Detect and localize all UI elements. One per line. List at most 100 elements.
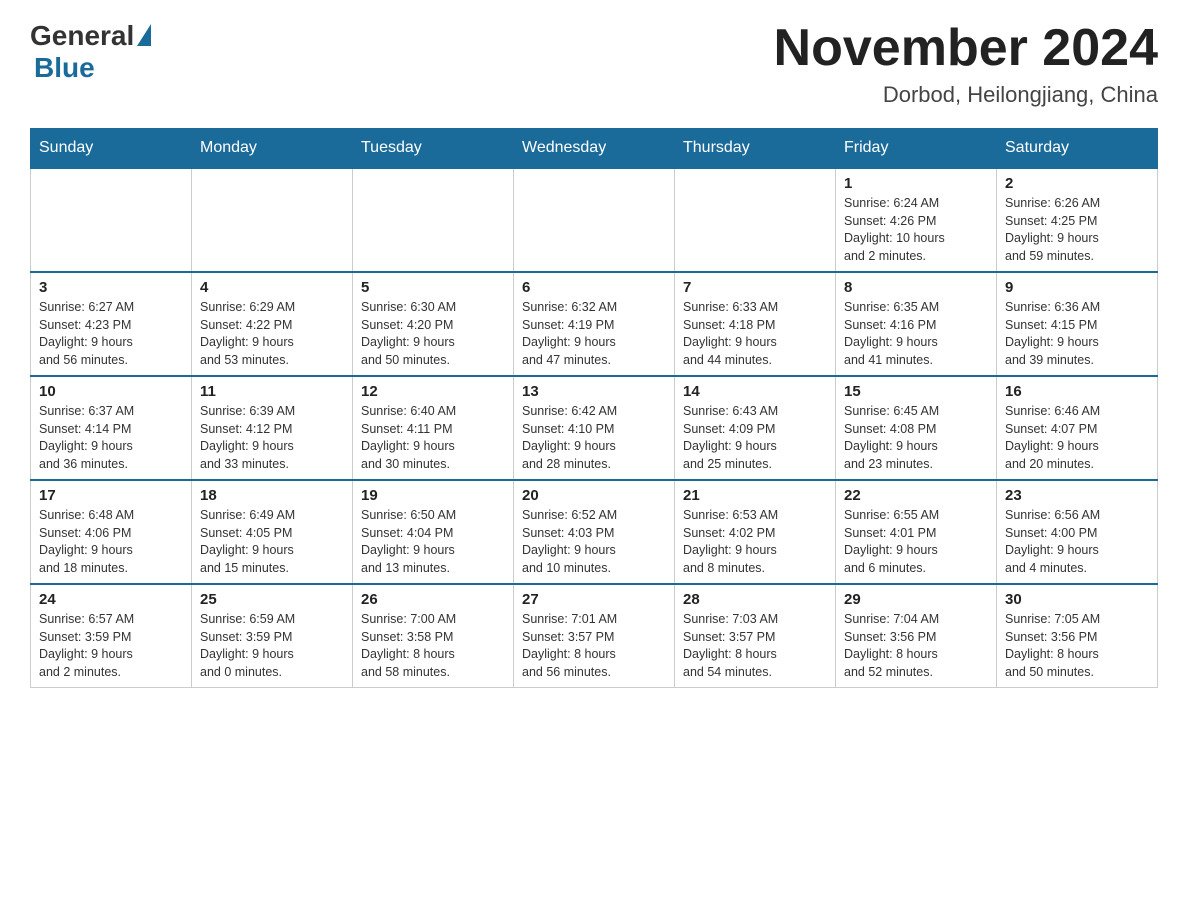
logo-general-text: General — [30, 20, 134, 52]
day-info: Sunrise: 6:55 AMSunset: 4:01 PMDaylight:… — [844, 507, 988, 577]
day-info: Sunrise: 6:59 AMSunset: 3:59 PMDaylight:… — [200, 611, 344, 681]
day-number: 3 — [39, 279, 183, 296]
calendar-cell: 7 Sunrise: 6:33 AMSunset: 4:18 PMDaylight… — [675, 272, 836, 376]
calendar-cell — [514, 168, 675, 272]
day-number: 4 — [200, 279, 344, 296]
day-info: Sunrise: 6:42 AMSunset: 4:10 PMDaylight:… — [522, 403, 666, 473]
day-info: Sunrise: 6:39 AMSunset: 4:12 PMDaylight:… — [200, 403, 344, 473]
calendar-cell: 17 Sunrise: 6:48 AMSunset: 4:06 PMDayligh… — [31, 480, 192, 584]
calendar-week-row: 10 Sunrise: 6:37 AMSunset: 4:14 PMDayligh… — [31, 376, 1158, 480]
calendar-cell: 14Sunrise: 6:43 AMSunset: 4:09 PMDayligh… — [675, 376, 836, 480]
calendar-cell: 13 Sunrise: 6:42 AMSunset: 4:10 PMDayligh… — [514, 376, 675, 480]
calendar-cell — [31, 168, 192, 272]
day-info: Sunrise: 7:05 AMSunset: 3:56 PMDaylight:… — [1005, 611, 1149, 681]
weekday-header-monday: Monday — [192, 129, 353, 169]
calendar-cell: 3 Sunrise: 6:27 AMSunset: 4:23 PMDaylight… — [31, 272, 192, 376]
weekday-header-tuesday: Tuesday — [353, 129, 514, 169]
calendar-cell: 30 Sunrise: 7:05 AMSunset: 3:56 PMDayligh… — [997, 584, 1158, 688]
day-info: Sunrise: 6:53 AMSunset: 4:02 PMDaylight:… — [683, 507, 827, 577]
day-info: Sunrise: 6:45 AMSunset: 4:08 PMDaylight:… — [844, 403, 988, 473]
day-info: Sunrise: 6:40 AMSunset: 4:11 PMDaylight:… — [361, 403, 505, 473]
day-info: Sunrise: 6:56 AMSunset: 4:00 PMDaylight:… — [1005, 507, 1149, 577]
calendar-cell: 18Sunrise: 6:49 AMSunset: 4:05 PMDayligh… — [192, 480, 353, 584]
day-info: Sunrise: 6:52 AMSunset: 4:03 PMDaylight:… — [522, 507, 666, 577]
day-number: 24 — [39, 591, 183, 608]
weekday-header-friday: Friday — [836, 129, 997, 169]
day-number: 2 — [1005, 175, 1149, 192]
calendar-cell: 11Sunrise: 6:39 AMSunset: 4:12 PMDayligh… — [192, 376, 353, 480]
calendar-week-row: 3 Sunrise: 6:27 AMSunset: 4:23 PMDaylight… — [31, 272, 1158, 376]
logo-blue-text: Blue — [34, 52, 151, 84]
day-info: Sunrise: 7:04 AMSunset: 3:56 PMDaylight:… — [844, 611, 988, 681]
day-info: Sunrise: 6:48 AMSunset: 4:06 PMDaylight:… — [39, 507, 183, 577]
calendar-cell: 26Sunrise: 7:00 AMSunset: 3:58 PMDayligh… — [353, 584, 514, 688]
calendar-cell: 20 Sunrise: 6:52 AMSunset: 4:03 PMDayligh… — [514, 480, 675, 584]
month-title: November 2024 — [774, 20, 1158, 77]
calendar-cell: 28 Sunrise: 7:03 AMSunset: 3:57 PMDayligh… — [675, 584, 836, 688]
day-number: 17 — [39, 487, 183, 504]
weekday-header-row: SundayMondayTuesdayWednesdayThursdayFrid… — [31, 129, 1158, 169]
day-number: 5 — [361, 279, 505, 296]
day-info: Sunrise: 6:43 AMSunset: 4:09 PMDaylight:… — [683, 403, 827, 473]
day-info: Sunrise: 6:30 AMSunset: 4:20 PMDaylight:… — [361, 299, 505, 369]
day-info: Sunrise: 6:26 AMSunset: 4:25 PMDaylight:… — [1005, 195, 1149, 265]
day-number: 27 — [522, 591, 666, 608]
day-info: Sunrise: 7:00 AMSunset: 3:58 PMDaylight:… — [361, 611, 505, 681]
day-info: Sunrise: 6:29 AMSunset: 4:22 PMDaylight:… — [200, 299, 344, 369]
day-number: 9 — [1005, 279, 1149, 296]
day-info: Sunrise: 6:35 AMSunset: 4:16 PMDaylight:… — [844, 299, 988, 369]
day-number: 22 — [844, 487, 988, 504]
weekday-header-saturday: Saturday — [997, 129, 1158, 169]
day-number: 13 — [522, 383, 666, 400]
logo: General Blue — [30, 20, 151, 84]
calendar-week-row: 17 Sunrise: 6:48 AMSunset: 4:06 PMDayligh… — [31, 480, 1158, 584]
calendar-cell: 24Sunrise: 6:57 AMSunset: 3:59 PMDayligh… — [31, 584, 192, 688]
day-number: 23 — [1005, 487, 1149, 504]
calendar-cell — [675, 168, 836, 272]
weekday-header-wednesday: Wednesday — [514, 129, 675, 169]
day-number: 16 — [1005, 383, 1149, 400]
calendar-cell: 25 Sunrise: 6:59 AMSunset: 3:59 PMDayligh… — [192, 584, 353, 688]
day-number: 25 — [200, 591, 344, 608]
day-number: 10 — [39, 383, 183, 400]
calendar-cell — [192, 168, 353, 272]
calendar-cell — [353, 168, 514, 272]
day-number: 19 — [361, 487, 505, 504]
calendar-cell: 21 Sunrise: 6:53 AMSunset: 4:02 PMDayligh… — [675, 480, 836, 584]
day-info: Sunrise: 6:27 AMSunset: 4:23 PMDaylight:… — [39, 299, 183, 369]
day-info: Sunrise: 7:03 AMSunset: 3:57 PMDaylight:… — [683, 611, 827, 681]
day-number: 1 — [844, 175, 988, 192]
weekday-header-thursday: Thursday — [675, 129, 836, 169]
calendar-cell: 16Sunrise: 6:46 AMSunset: 4:07 PMDayligh… — [997, 376, 1158, 480]
day-number: 12 — [361, 383, 505, 400]
title-section: November 2024 Dorbod, Heilongjiang, Chin… — [774, 20, 1158, 108]
calendar-cell: 27 Sunrise: 7:01 AMSunset: 3:57 PMDayligh… — [514, 584, 675, 688]
day-number: 28 — [683, 591, 827, 608]
day-info: Sunrise: 6:24 AMSunset: 4:26 PMDaylight:… — [844, 195, 988, 265]
day-number: 6 — [522, 279, 666, 296]
calendar-cell: 9Sunrise: 6:36 AMSunset: 4:15 PMDaylight… — [997, 272, 1158, 376]
day-number: 20 — [522, 487, 666, 504]
calendar-week-row: 24Sunrise: 6:57 AMSunset: 3:59 PMDayligh… — [31, 584, 1158, 688]
calendar-cell: 1 Sunrise: 6:24 AMSunset: 4:26 PMDaylight… — [836, 168, 997, 272]
calendar-cell: 29Sunrise: 7:04 AMSunset: 3:56 PMDayligh… — [836, 584, 997, 688]
day-number: 7 — [683, 279, 827, 296]
day-number: 21 — [683, 487, 827, 504]
day-number: 8 — [844, 279, 988, 296]
day-number: 30 — [1005, 591, 1149, 608]
day-info: Sunrise: 6:49 AMSunset: 4:05 PMDaylight:… — [200, 507, 344, 577]
day-info: Sunrise: 6:32 AMSunset: 4:19 PMDaylight:… — [522, 299, 666, 369]
calendar-cell: 4 Sunrise: 6:29 AMSunset: 4:22 PMDaylight… — [192, 272, 353, 376]
logo-triangle-icon — [137, 24, 151, 46]
calendar-table: SundayMondayTuesdayWednesdayThursdayFrid… — [30, 128, 1158, 688]
calendar-week-row: 1 Sunrise: 6:24 AMSunset: 4:26 PMDaylight… — [31, 168, 1158, 272]
day-info: Sunrise: 6:37 AMSunset: 4:14 PMDaylight:… — [39, 403, 183, 473]
day-number: 15 — [844, 383, 988, 400]
location-text: Dorbod, Heilongjiang, China — [774, 82, 1158, 108]
day-info: Sunrise: 7:01 AMSunset: 3:57 PMDaylight:… — [522, 611, 666, 681]
calendar-cell: 15 Sunrise: 6:45 AMSunset: 4:08 PMDayligh… — [836, 376, 997, 480]
calendar-cell: 23 Sunrise: 6:56 AMSunset: 4:00 PMDayligh… — [997, 480, 1158, 584]
day-info: Sunrise: 6:33 AMSunset: 4:18 PMDaylight:… — [683, 299, 827, 369]
calendar-cell: 10 Sunrise: 6:37 AMSunset: 4:14 PMDayligh… — [31, 376, 192, 480]
calendar-cell: 8 Sunrise: 6:35 AMSunset: 4:16 PMDaylight… — [836, 272, 997, 376]
